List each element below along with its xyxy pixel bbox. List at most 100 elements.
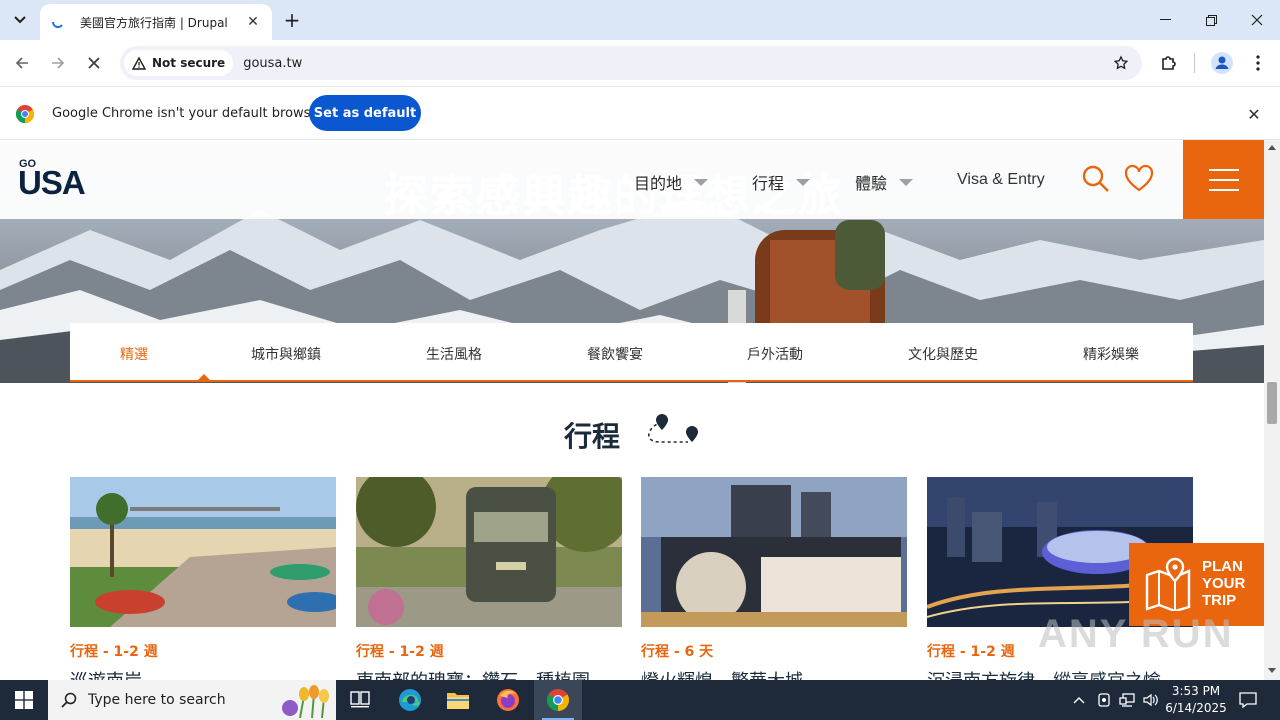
chevron-down-icon — [796, 178, 811, 186]
search-placeholder: Type here to search — [88, 692, 226, 708]
chevron-down-icon — [899, 178, 914, 186]
page-viewport: 探索感興趣的理想之旅 GO USA 探索感興趣的理想之旅 目的地 行程 體驗 V… — [0, 140, 1264, 680]
browser-tab-active[interactable]: 美國官方旅行指南 | Drupal ✕ — [40, 4, 272, 40]
task-view-button[interactable] — [336, 680, 384, 720]
star-icon — [1113, 55, 1129, 70]
plan-line-1: PLAN — [1202, 558, 1243, 575]
card-title[interactable]: 沉浸南方旋律，縱享感官之愉 — [927, 667, 1193, 680]
visa-entry-link[interactable]: Visa & Entry — [957, 171, 1045, 189]
menu-line — [1208, 178, 1239, 181]
task-view-icon — [350, 691, 370, 708]
windows-taskbar: Type here to search 3:53 PM 6/14/2025 — [0, 680, 1280, 720]
card-title[interactable]: 巡遊南岸 — [70, 667, 336, 680]
menu-line — [1208, 188, 1239, 191]
tab-cities[interactable]: 城市與鄉鎮 — [251, 344, 321, 364]
address-bar[interactable]: Not secure gousa.tw — [120, 46, 1142, 80]
notification-icon — [1239, 692, 1257, 708]
tab-dining[interactable]: 餐飲饗宴 — [587, 344, 643, 364]
puzzle-icon — [1162, 56, 1176, 70]
nav-experiences[interactable]: 體驗 — [855, 170, 914, 194]
menu-line — [1208, 168, 1239, 171]
taskbar-edge[interactable] — [386, 680, 434, 720]
usb-device-icon — [1098, 693, 1110, 707]
clock-time: 3:53 PM — [1171, 684, 1221, 698]
plan-trip-label: PLAN YOUR TRIP — [1202, 558, 1245, 609]
loading-spinner-icon — [50, 14, 66, 30]
search-icon — [61, 692, 77, 708]
route-map-icon — [648, 414, 698, 443]
tab-lifestyle[interactable]: 生活風格 — [426, 344, 482, 364]
tray-overflow-button[interactable] — [1068, 680, 1090, 720]
search-icon[interactable] — [1081, 164, 1111, 194]
arrow-right-icon — [52, 57, 65, 69]
tab-entertainment[interactable]: 精彩娛樂 — [1083, 344, 1139, 364]
speaker-icon — [1143, 693, 1158, 707]
taskbar-firefox[interactable] — [484, 680, 532, 720]
profile-button[interactable] — [1210, 51, 1234, 75]
card-title[interactable]: 東南部的瑰寶：鑽石、種植園、 — [356, 667, 622, 680]
edge-icon — [399, 689, 421, 711]
scroll-down-arrow-icon[interactable] — [1268, 668, 1276, 673]
close-icon — [88, 57, 100, 69]
back-button[interactable] — [8, 49, 36, 77]
set-as-default-button[interactable]: Set as default — [309, 95, 421, 131]
card-meta: 行程 - 1-2 週 — [70, 644, 158, 660]
clock-date: 6/14/2025 — [1165, 701, 1227, 715]
stop-loading-button[interactable] — [80, 49, 108, 77]
tab-search-button[interactable] — [6, 6, 34, 34]
bookmark-button[interactable] — [1110, 52, 1132, 74]
scroll-thumb[interactable] — [1267, 382, 1277, 424]
close-tab-icon[interactable]: ✕ — [244, 13, 262, 31]
itinerary-card[interactable]: 行程 - 6 天 燈火輝煌，繁華大城 — [641, 477, 907, 680]
default-browser-infobar: Google Chrome isn't your default browser… — [0, 86, 1280, 140]
windows-logo-icon — [15, 691, 33, 709]
start-button[interactable] — [0, 680, 48, 720]
action-center-button[interactable] — [1236, 680, 1260, 720]
tab-outdoors[interactable]: 戶外活動 — [747, 344, 803, 364]
security-label: Not secure — [152, 56, 226, 70]
restore-button[interactable] — [1188, 0, 1234, 40]
new-tab-button[interactable]: + — [280, 8, 304, 32]
heart-icon[interactable] — [1124, 164, 1154, 194]
card-image-streetcar — [356, 477, 622, 627]
nav-destinations[interactable]: 目的地 — [634, 170, 709, 194]
chevron-up-icon — [1073, 697, 1085, 704]
minimize-icon — [1159, 19, 1171, 20]
page-scrollbar[interactable] — [1264, 140, 1280, 680]
hamburger-menu-button[interactable] — [1183, 140, 1264, 219]
security-chip[interactable]: Not secure — [124, 50, 234, 76]
taskbar-file-explorer[interactable] — [434, 680, 482, 720]
tray-device-icon[interactable] — [1094, 680, 1114, 720]
logo-usa: USA — [18, 164, 86, 201]
tab-featured[interactable]: 精選 — [120, 344, 148, 364]
firefox-icon — [497, 689, 519, 711]
arrow-left-icon — [15, 57, 28, 69]
itinerary-card[interactable]: 行程 - 1-2 週 巡遊南岸 — [70, 477, 336, 680]
forward-button[interactable] — [44, 49, 72, 77]
category-tabs: 精選 城市與鄉鎮 生活風格 餐飲饗宴 戶外活動 文化與歷史 精彩娛樂 — [70, 323, 1193, 382]
url-text[interactable]: gousa.tw — [243, 56, 302, 71]
taskbar-search[interactable]: Type here to search — [48, 680, 336, 720]
scroll-up-arrow-icon[interactable] — [1268, 145, 1276, 150]
nav-label: 目的地 — [634, 174, 683, 193]
warning-icon — [132, 56, 146, 70]
kebab-menu-icon — [1256, 55, 1260, 71]
folder-icon — [447, 693, 469, 709]
chrome-menu-button[interactable] — [1246, 51, 1270, 75]
close-window-button[interactable] — [1234, 0, 1280, 40]
section-title: 行程 — [564, 420, 621, 453]
tray-volume-icon[interactable] — [1140, 680, 1162, 720]
taskbar-chrome[interactable] — [534, 680, 582, 720]
card-title[interactable]: 燈火輝煌，繁華大城 — [641, 667, 907, 680]
extensions-button[interactable] — [1157, 51, 1181, 75]
tab-culture[interactable]: 文化與歷史 — [908, 344, 978, 364]
infobar-message: Google Chrome isn't your default browser — [52, 106, 324, 121]
taskbar-clock[interactable]: 3:53 PM 6/14/2025 — [1160, 683, 1232, 717]
close-infobar-icon[interactable]: ✕ — [1244, 104, 1264, 124]
nav-itineraries[interactable]: 行程 — [752, 170, 811, 194]
anyrun-watermark: ANY RUN — [1038, 612, 1234, 656]
tray-network-icon[interactable] — [1116, 680, 1138, 720]
card-image-city-night — [641, 477, 907, 627]
minimize-button[interactable] — [1142, 0, 1188, 40]
itinerary-card[interactable]: 行程 - 1-2 週 東南部的瑰寶：鑽石、種植園、 — [356, 477, 622, 680]
